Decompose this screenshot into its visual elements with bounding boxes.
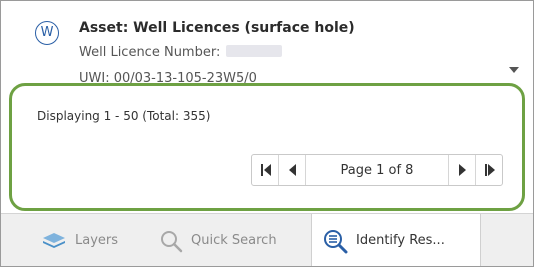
tab-layers[interactable]: Layers <box>41 214 119 266</box>
next-page-icon <box>458 164 466 176</box>
last-page-icon <box>484 164 495 176</box>
tab-quick-search[interactable]: Quick Search <box>159 214 277 266</box>
licence-label: Well Licence Number: <box>79 45 221 60</box>
previous-page-icon <box>288 164 296 176</box>
search-icon <box>161 230 183 252</box>
tab-identify-results[interactable]: Identify Res... <box>311 214 481 266</box>
previous-page-button[interactable] <box>279 155 306 185</box>
scroll-down-arrow-icon[interactable] <box>509 67 519 73</box>
next-page-button[interactable] <box>449 155 475 185</box>
tab-quick-search-label: Quick Search <box>191 233 277 248</box>
uwi-line: UWI: 00/03-13-105-23W5/0 <box>79 71 257 86</box>
identify-results-window: W Asset: Well Licences (surface hole) We… <box>0 0 534 267</box>
redacted-value <box>226 45 283 57</box>
tab-layers-label: Layers <box>75 233 119 248</box>
result-card[interactable]: W Asset: Well Licences (surface hole) We… <box>1 1 533 89</box>
displaying-count: Displaying 1 - 50 (Total: 355) <box>37 109 211 123</box>
first-page-icon <box>260 164 271 176</box>
layers-icon <box>43 232 65 248</box>
asset-title: Asset: Well Licences (surface hole) <box>79 20 355 36</box>
well-badge-icon: W <box>35 21 59 45</box>
page-indicator: Page 1 of 8 <box>306 155 449 185</box>
licence-number-line: Well Licence Number: <box>79 45 283 60</box>
pagination-toolbar: Page 1 of 8 <box>251 154 503 186</box>
first-page-button[interactable] <box>252 155 279 185</box>
last-page-button[interactable] <box>475 155 502 185</box>
bottom-tab-bar: Layers Quick Search Identify Res... <box>1 213 533 266</box>
tab-identify-results-label: Identify Res... <box>356 233 445 248</box>
pager-panel <box>1 89 533 209</box>
identify-icon <box>324 229 348 253</box>
